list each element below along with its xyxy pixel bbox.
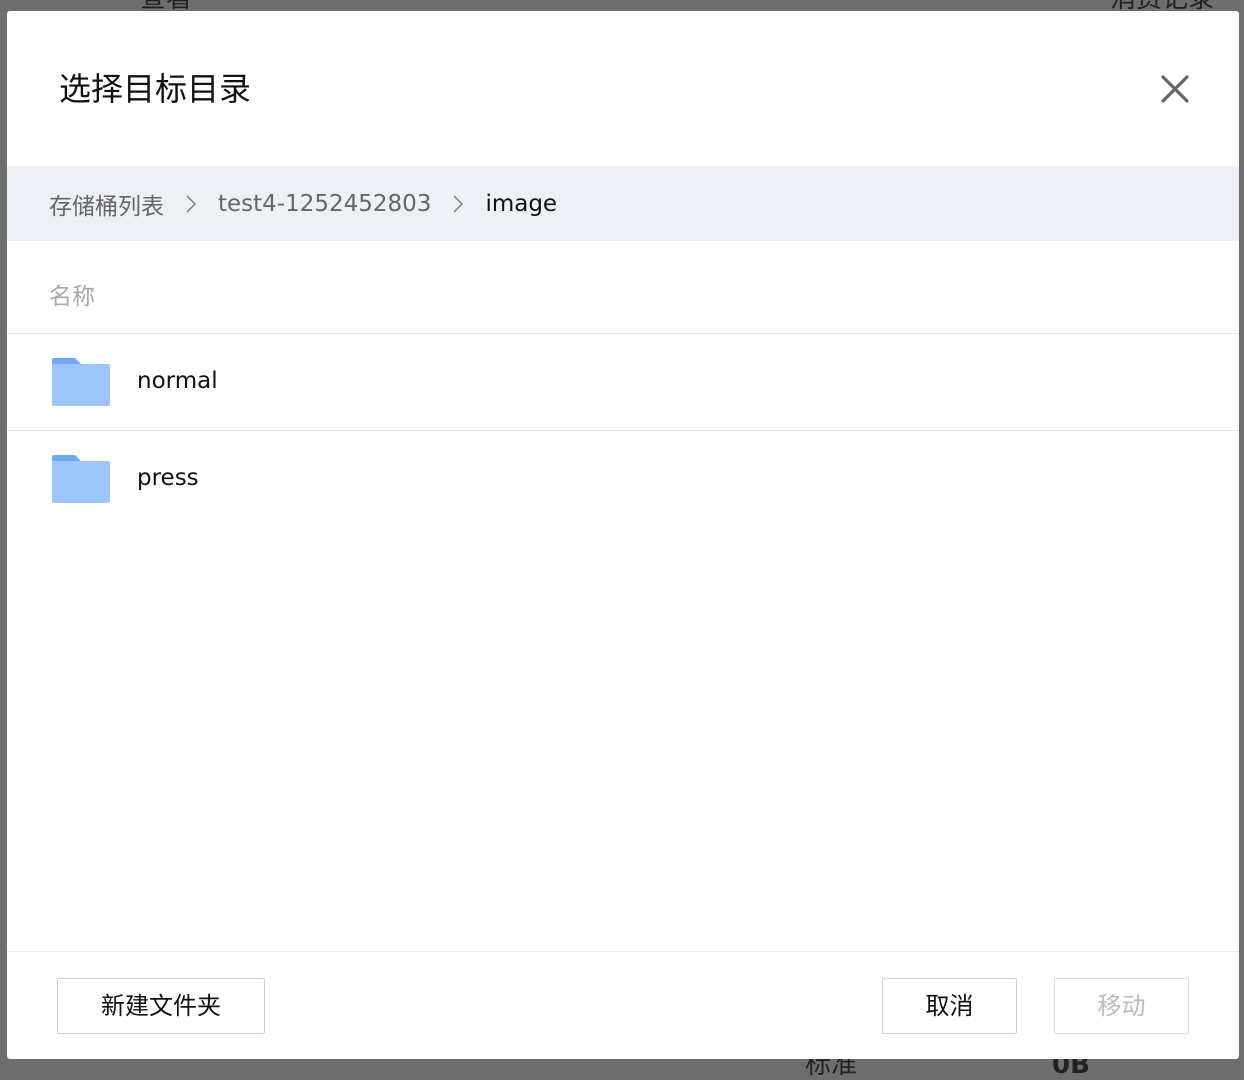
chevron-right-icon	[164, 191, 218, 217]
breadcrumb-item-bucket[interactable]: test4-1252452803	[218, 191, 431, 217]
list-item-folder-normal[interactable]: normal	[7, 334, 1239, 430]
select-target-directory-dialog: 选择目标目录 存储桶列表 test4-1252452803 image 名称 n…	[7, 11, 1239, 1059]
close-button[interactable]	[1157, 71, 1193, 107]
move-button[interactable]: 移动	[1054, 978, 1189, 1034]
close-icon	[1161, 75, 1189, 103]
folder-icon	[52, 455, 110, 503]
breadcrumb-item-bucket-list[interactable]: 存储桶列表	[49, 187, 164, 221]
breadcrumb-item-current: image	[485, 190, 558, 217]
folder-name: normal	[137, 368, 218, 394]
new-folder-button[interactable]: 新建文件夹	[57, 978, 265, 1034]
footer-divider	[7, 951, 1239, 952]
folder-icon	[52, 358, 110, 406]
folder-name: press	[137, 465, 199, 491]
dialog-title: 选择目标目录	[59, 70, 252, 108]
breadcrumb: 存储桶列表 test4-1252452803 image	[7, 166, 1239, 241]
chevron-right-icon	[431, 191, 485, 217]
list-item-folder-press[interactable]: press	[7, 431, 1239, 527]
cancel-button[interactable]: 取消	[882, 978, 1017, 1034]
column-header-name: 名称	[49, 284, 95, 310]
